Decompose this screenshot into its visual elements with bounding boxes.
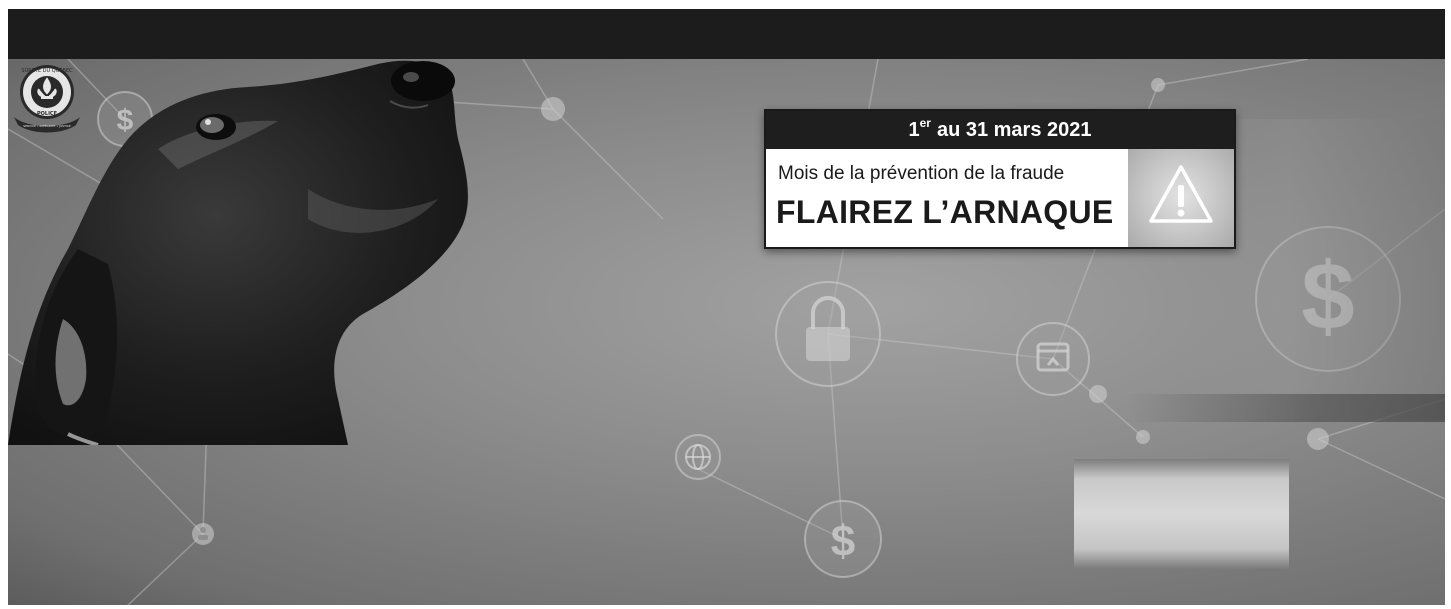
dollar-icon: $ xyxy=(831,517,855,566)
warning-box xyxy=(1128,149,1234,247)
card-body: Mois de la prévention de la fraude FLAIR… xyxy=(766,149,1126,247)
campaign-card: 1 er au 31 mars 2021 Mois de la prévention… xyxy=(764,109,1236,249)
date-day: 1 xyxy=(908,118,920,141)
date-rest: au 31 mars 2021 xyxy=(936,118,1092,141)
logo-motto: SERVICE • INTÉGRITÉ • JUSTICE xyxy=(23,123,71,128)
police-logo: SÛRETÉ DU QUÉBEC POLICE SERVICE • INTÉGR… xyxy=(14,65,80,133)
dark-stripe xyxy=(1125,394,1445,422)
warning-icon xyxy=(1149,165,1213,223)
logo-plate xyxy=(1074,459,1289,569)
date-suffix: er xyxy=(919,116,931,130)
campaign-headline: FLAIREZ L’ARNAQUE xyxy=(776,194,1114,230)
top-bar xyxy=(8,9,1445,59)
logo-ring-text: SÛRETÉ DU QUÉBEC xyxy=(21,66,73,74)
logo-center-text: POLICE xyxy=(37,111,58,117)
banner-frame: $ $ $ @ $ $ xyxy=(8,9,1445,605)
campaign-date: 1 er au 31 mars 2021 xyxy=(766,111,1234,149)
campaign-subtitle: Mois de la prévention de la fraude xyxy=(778,163,1065,184)
